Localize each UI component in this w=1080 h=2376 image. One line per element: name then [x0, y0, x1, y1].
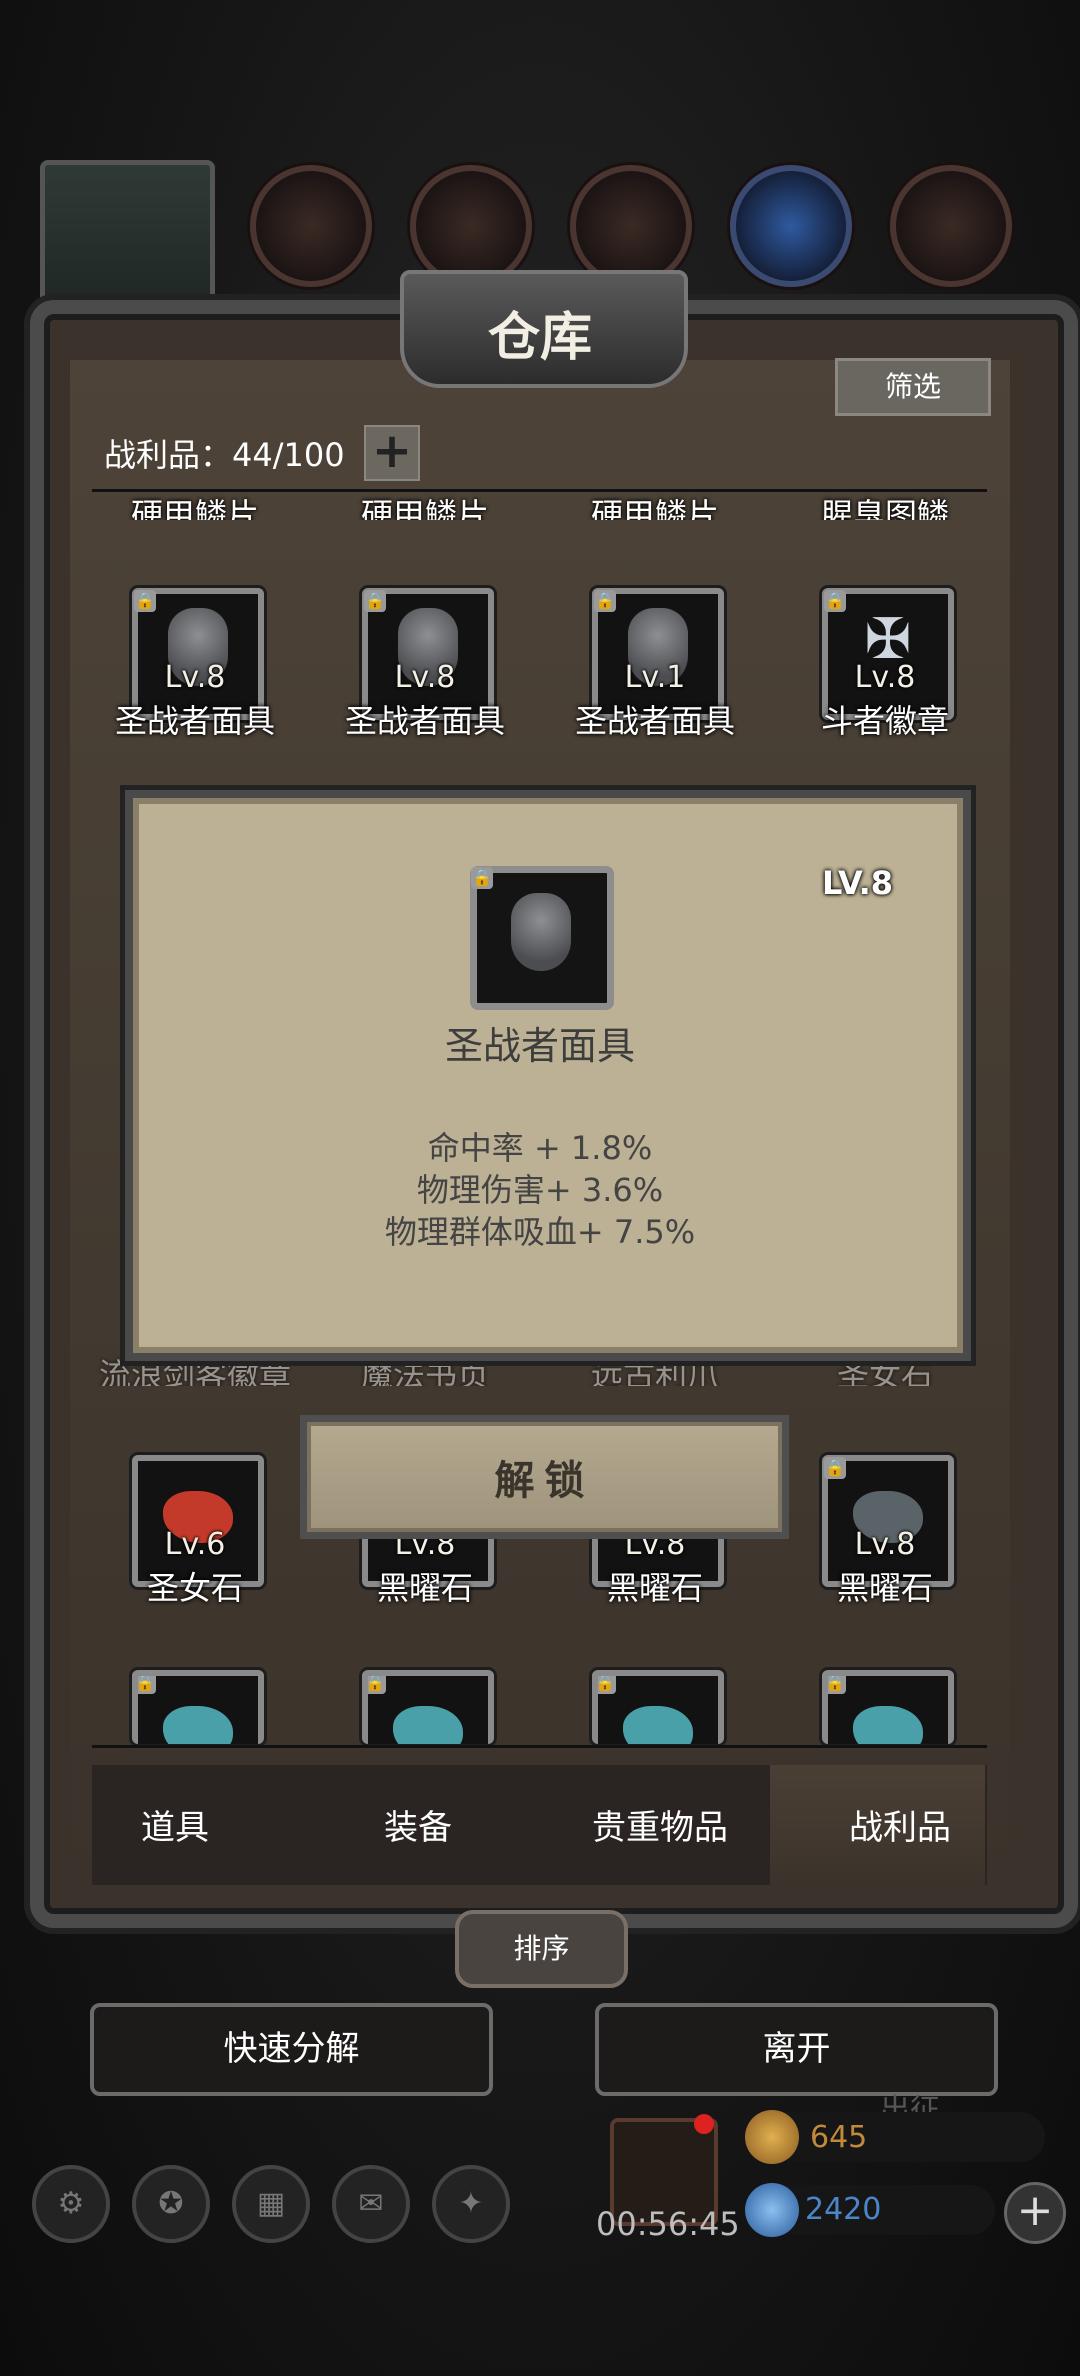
- item-level: Lv.8: [164, 660, 226, 695]
- lock-icon: 🔒: [364, 590, 386, 612]
- lock-icon: 🔒: [825, 1673, 846, 1694]
- lock-icon: 🔒: [135, 1673, 156, 1694]
- item-name: 圣战者面具: [574, 702, 735, 740]
- sort-button[interactable]: 排序: [455, 1910, 628, 1988]
- mail-icon[interactable]: ✉: [332, 2165, 410, 2243]
- teal-stone-icon: [393, 1706, 463, 1744]
- popup-item-name: 圣战者面具: [444, 1024, 635, 1068]
- gold-amount: 645: [810, 2120, 868, 2155]
- gem-icon: [745, 2183, 799, 2237]
- teal-stone-icon: [853, 1706, 923, 1744]
- lock-icon: 🔒: [595, 1673, 616, 1694]
- filter-button[interactable]: 筛选: [835, 358, 991, 416]
- character-slot-icon[interactable]: [250, 165, 372, 287]
- unlock-label: 解锁: [494, 1458, 595, 1504]
- item-level: Lv.6: [164, 1527, 226, 1562]
- settings-icon[interactable]: ✦: [432, 2165, 510, 2243]
- character-slot-icon[interactable]: [570, 165, 692, 287]
- page-title: 仓库: [487, 307, 592, 368]
- item-name: 黑曜石: [836, 1569, 933, 1607]
- item-slot[interactable]: 🔒: [822, 1670, 954, 1744]
- divider: [92, 1745, 987, 1748]
- popup-item-slot: 🔒: [470, 866, 614, 1010]
- lock-icon: 🔒: [824, 590, 846, 612]
- item-level: Lv.8: [394, 660, 456, 695]
- item-level: Lv.8: [854, 660, 916, 695]
- item-name: 圣女石: [146, 1569, 243, 1607]
- item-slot[interactable]: 🔒: [132, 1670, 264, 1744]
- lock-icon: 🔒: [824, 1457, 846, 1479]
- book-icon[interactable]: ▦: [232, 2165, 310, 2243]
- add-currency-button[interactable]: +: [1004, 2182, 1066, 2244]
- item-name: 硬甲鳞片: [360, 496, 489, 520]
- quick-decompose-button[interactable]: 快速分解: [90, 2003, 493, 2096]
- loot-count: 战利品：44/100: [104, 436, 345, 474]
- item-name: 黑曜石: [606, 1569, 703, 1607]
- tab-loot[interactable]: 战利品: [790, 1800, 1010, 1849]
- leave-button[interactable]: 离开: [595, 2003, 998, 2096]
- popup-stat: 命中率 + 1.8%: [427, 1129, 653, 1167]
- character-slot-icon[interactable]: [730, 165, 852, 287]
- teal-stone-icon: [163, 1706, 233, 1744]
- lock-icon: 🔒: [471, 867, 493, 889]
- star-icon[interactable]: ✪: [132, 2165, 210, 2243]
- item-slot[interactable]: 🔒: [362, 1670, 494, 1744]
- gift-timer: 00:56:45: [596, 2205, 740, 2243]
- item-name: 斗者徽章: [820, 702, 949, 740]
- lock-icon: 🔒: [594, 590, 616, 612]
- character-slot-icon[interactable]: [410, 165, 532, 287]
- lock-icon: 🔒: [134, 590, 156, 612]
- item-name: 硬甲鳞片: [130, 496, 259, 520]
- tab-equipment[interactable]: 装备: [308, 1800, 528, 1849]
- expand-capacity-button[interactable]: +: [364, 425, 420, 481]
- item-level: Lv.8: [854, 1527, 916, 1562]
- lock-icon: 🔒: [365, 1673, 386, 1694]
- item-name: 腥臭图鳞: [820, 496, 949, 520]
- popup-stat: 物理群体吸血+ 7.5%: [384, 1213, 696, 1251]
- gear-icon[interactable]: ⚙: [32, 2165, 110, 2243]
- gold-icon: [745, 2110, 799, 2164]
- tab-items[interactable]: 道具: [65, 1800, 285, 1849]
- item-slot[interactable]: 🔒: [592, 1670, 724, 1744]
- item-name: 硬甲鳞片: [590, 496, 719, 520]
- item-name: 圣战者面具: [344, 702, 505, 740]
- item-level: Lv.1: [624, 660, 686, 695]
- teal-stone-icon: [623, 1706, 693, 1744]
- item-name: 黑曜石: [376, 1569, 473, 1607]
- character-slot-icon[interactable]: [890, 165, 1012, 287]
- tab-valuables[interactable]: 贵重物品: [550, 1800, 770, 1849]
- item-name: 圣战者面具: [114, 702, 275, 740]
- popup-stat: 物理伤害+ 3.6%: [416, 1171, 664, 1209]
- mask-icon: [511, 893, 571, 971]
- popup-level: LV.8: [822, 864, 894, 902]
- notification-dot: [694, 2114, 714, 2134]
- gem-amount: 2420: [805, 2192, 882, 2227]
